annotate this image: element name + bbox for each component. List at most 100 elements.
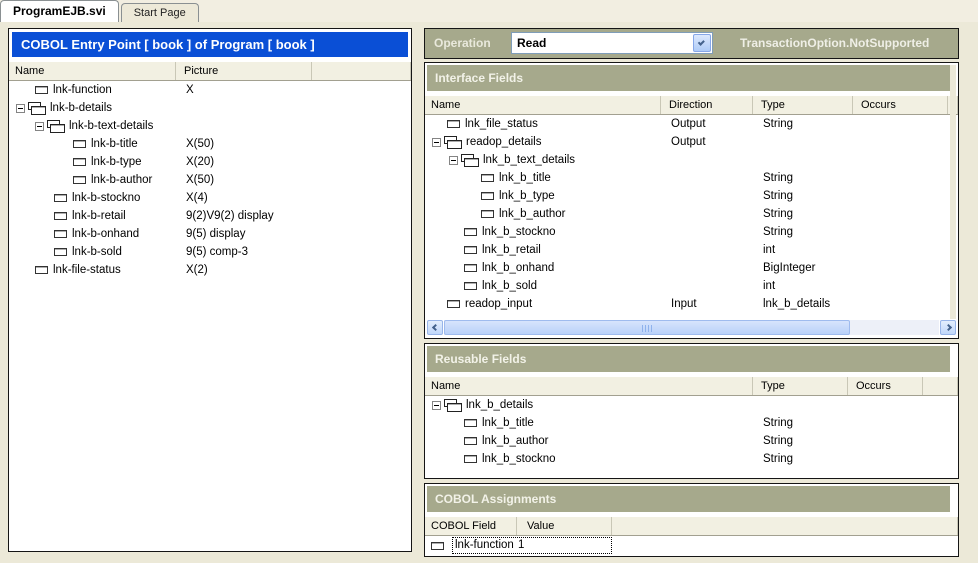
column-header-picture[interactable]: Picture [176, 62, 312, 80]
selected-row-focus[interactable]: lnk-function 1 [452, 537, 612, 554]
field-icon [73, 158, 86, 166]
table-row[interactable]: lnk-b-authorX(50) [9, 171, 411, 189]
field-name-label: lnk_file_status [465, 115, 538, 133]
column-header-name[interactable]: Name [425, 96, 661, 114]
cell-name: lnk-b-onhand [9, 225, 176, 243]
field-name-label: lnk-b-stockno [72, 189, 140, 207]
cell-direction [661, 277, 753, 295]
scroll-right-icon[interactable] [940, 320, 956, 335]
cobol-assignments-panel: COBOL Assignments COBOL FieldValue lnk-f… [424, 483, 959, 557]
field-icon [464, 455, 477, 463]
cell-type: String [753, 432, 848, 450]
scrollbar-track[interactable] [444, 320, 939, 335]
cell-name: lnk_b_retail [425, 241, 661, 259]
table-row[interactable]: lnk_b_details [425, 396, 958, 414]
cell-occurs [853, 151, 948, 169]
cell-occurs [853, 295, 948, 313]
field-name-label: readop_details [466, 133, 541, 151]
field-icon [481, 174, 494, 182]
table-row[interactable]: lnk-b-typeX(20) [9, 153, 411, 171]
cell-picture: X(2) [176, 261, 312, 279]
scroll-left-icon[interactable] [427, 320, 443, 335]
field-name-label: lnk_b_stockno [482, 223, 556, 241]
table-row[interactable]: lnk_b_soldint [425, 277, 958, 295]
table-row[interactable]: lnk_b_authorString [425, 205, 958, 223]
table-row[interactable]: readop_inputInputlnk_b_details [425, 295, 958, 313]
scrollbar-thumb[interactable] [444, 320, 850, 335]
table-row[interactable]: lnk-b-titleX(50) [9, 135, 411, 153]
column-header-name[interactable]: Name [425, 377, 753, 395]
column-header-value[interactable]: Value [517, 517, 612, 535]
table-row[interactable]: lnk-file-statusX(2) [9, 261, 411, 279]
column-header-direction[interactable]: Direction [661, 96, 753, 114]
field-name-label: lnk_b_sold [482, 277, 537, 295]
field-name-label: lnk-b-type [91, 153, 142, 171]
cell-picture: X [176, 81, 312, 99]
table-row[interactable]: lnk_b_typeString [425, 187, 958, 205]
table-row[interactable]: lnk_b_title String [425, 414, 958, 432]
table-row[interactable]: lnk-b-text-details [9, 117, 411, 135]
assignment-value-cell[interactable]: 1 [518, 538, 524, 553]
cell-name: lnk_file_status [425, 115, 661, 133]
field-icon [481, 210, 494, 218]
cell-picture: 9(5) comp-3 [176, 243, 312, 261]
cell-occurs [853, 115, 948, 133]
collapse-toggle-icon[interactable] [449, 156, 458, 165]
column-header-cobol-field[interactable]: COBOL Field [425, 517, 517, 535]
cell-type: String [753, 169, 853, 187]
field-icon [54, 194, 67, 202]
collapse-toggle-icon[interactable] [35, 122, 44, 131]
table-row[interactable]: lnk_b_stocknoString [425, 223, 958, 241]
table-row[interactable]: readop_details Output [425, 133, 958, 151]
cell-picture: X(50) [176, 135, 312, 153]
column-header-name[interactable]: Name [9, 62, 176, 80]
left-tree-body: lnk-function Xlnk-b-detailslnk-b-text-det… [9, 81, 411, 279]
assignment-row[interactable]: lnk-function 1 [425, 537, 958, 554]
horizontal-scrollbar[interactable] [427, 320, 956, 335]
field-name-label: lnk-b-onhand [72, 225, 139, 243]
table-row[interactable]: lnk_b_stocknoString [425, 450, 958, 468]
operation-select[interactable]: Read [511, 32, 713, 54]
cell-occurs [853, 205, 948, 223]
cell-picture [176, 99, 312, 117]
cell-direction: Output [661, 115, 753, 133]
field-icon [464, 246, 477, 254]
field-name-label: lnk_b_title [482, 414, 534, 432]
cell-picture [176, 117, 312, 135]
field-icon [54, 248, 67, 256]
table-row[interactable]: lnk-b-retail9(2)V9(2) display [9, 207, 411, 225]
collapse-toggle-icon[interactable] [432, 138, 441, 147]
cell-name: lnk-b-stockno [9, 189, 176, 207]
cell-type: String [753, 205, 853, 223]
column-header-type[interactable]: Type [753, 377, 848, 395]
column-header-type[interactable]: Type [753, 96, 853, 114]
tab-programejb[interactable]: ProgramEJB.svi [0, 0, 119, 22]
cell-occurs [848, 396, 923, 414]
chevron-down-icon[interactable] [693, 34, 711, 52]
table-row[interactable]: lnk_b_titleString [425, 169, 958, 187]
tab-start-page[interactable]: Start Page [121, 3, 199, 22]
table-row[interactable]: lnk-b-onhand9(5) display [9, 225, 411, 243]
cell-name: lnk_b_stockno [425, 450, 753, 468]
table-row[interactable]: lnk_b_retailint [425, 241, 958, 259]
table-row[interactable]: lnk_file_statusOutputString [425, 115, 958, 133]
column-header-occurs[interactable]: Occurs [853, 96, 948, 114]
collapse-toggle-icon[interactable] [432, 401, 441, 410]
cell-direction [661, 169, 753, 187]
cell-direction: Output [661, 133, 753, 151]
table-row[interactable]: lnk-function X [9, 81, 411, 99]
field-icon [481, 192, 494, 200]
field-name-label: lnk-function [53, 81, 112, 99]
table-row[interactable]: lnk_b_authorString [425, 432, 958, 450]
cell-type: String [753, 414, 848, 432]
table-row[interactable]: lnk-b-stocknoX(4) [9, 189, 411, 207]
left-column-header: NamePicture [9, 62, 411, 81]
column-header-occurs[interactable]: Occurs [848, 377, 923, 395]
table-row[interactable]: lnk_b_onhandBigInteger [425, 259, 958, 277]
table-row[interactable]: lnk-b-sold9(5) comp-3 [9, 243, 411, 261]
table-row[interactable]: lnk-b-details [9, 99, 411, 117]
collapse-toggle-icon[interactable] [16, 104, 25, 113]
cell-name: lnk_b_type [425, 187, 661, 205]
table-row[interactable]: lnk_b_text_details [425, 151, 958, 169]
interface-column-header: NameDirectionTypeOccurs [425, 96, 958, 115]
